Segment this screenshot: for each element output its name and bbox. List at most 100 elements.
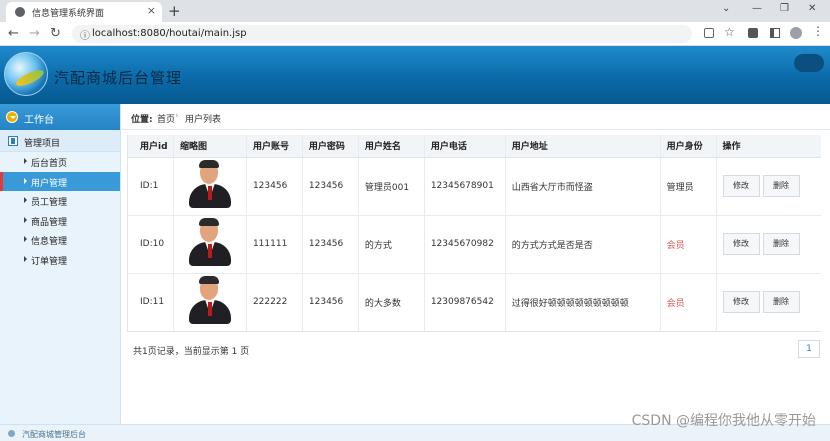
back-button[interactable]: ← bbox=[8, 26, 19, 41]
edit-button[interactable]: 修改 bbox=[722, 291, 760, 313]
tab-title: 信息管理系统界面 bbox=[32, 9, 105, 19]
cell-id: ID:10 bbox=[127, 214, 174, 273]
globe-icon bbox=[15, 7, 25, 17]
chevron-down-icon[interactable]: ⌄ bbox=[722, 3, 730, 14]
url-text: localhost:8080/houtai/main.jsp bbox=[92, 28, 247, 39]
table-row: ID:10 111111 123456 的方式 12345670982 的方式方式是否是否… bbox=[127, 214, 821, 273]
cell-actions: 修改 删除 bbox=[715, 272, 821, 332]
delete-button[interactable]: 删除 bbox=[762, 175, 800, 197]
column-header: 缩略图 bbox=[172, 135, 247, 158]
extensions-icon[interactable] bbox=[748, 28, 758, 38]
cell-thumbnail bbox=[172, 156, 247, 215]
column-header: 操作 bbox=[715, 135, 821, 158]
sidebar: 工作台 管理项目 后台首页用户管理员工管理商品管理信息管理订单管理 bbox=[0, 104, 121, 424]
page-button[interactable]: 1 bbox=[798, 340, 820, 358]
edit-button[interactable]: 修改 bbox=[722, 175, 760, 197]
address-bar-row: ← → ↻ ⓘ localhost:8080/houtai/main.jsp ☆… bbox=[0, 22, 830, 46]
cell-actions: 修改 删除 bbox=[715, 156, 821, 215]
info-icon[interactable]: ⓘ bbox=[80, 27, 90, 42]
breadcrumb-home-link[interactable]: 首页 bbox=[157, 112, 175, 125]
browser-tab[interactable]: 信息管理系统界面 × bbox=[6, 2, 162, 22]
edit-button[interactable]: 修改 bbox=[722, 233, 760, 255]
column-header: 用户账号 bbox=[245, 135, 303, 158]
cell-name: 的方式 bbox=[357, 214, 425, 273]
cell-phone: 12309876542 bbox=[423, 272, 506, 332]
user-menu-button[interactable] bbox=[794, 54, 824, 72]
browser-tab-bar: 信息管理系统界面 × + ⌄ — ❐ ✕ bbox=[0, 0, 830, 22]
sidebar-item[interactable]: 商品管理 bbox=[0, 211, 120, 231]
url-field[interactable]: ⓘ localhost:8080/houtai/main.jsp bbox=[72, 25, 692, 43]
reload-button[interactable]: ↻ bbox=[50, 26, 61, 41]
caret-right-icon bbox=[24, 197, 27, 203]
caret-right-icon bbox=[24, 236, 27, 242]
cell-account: 123456 bbox=[245, 156, 303, 215]
sidebar-item-label: 用户管理 bbox=[31, 178, 68, 189]
cell-actions: 修改 删除 bbox=[715, 214, 821, 273]
delete-button[interactable]: 删除 bbox=[762, 233, 800, 255]
breadcrumb: 位置: 首页 › 用户列表 bbox=[121, 104, 830, 130]
delete-button[interactable]: 删除 bbox=[762, 291, 800, 313]
forward-button[interactable]: → bbox=[29, 26, 40, 41]
cell-phone: 12345670982 bbox=[423, 214, 506, 273]
sidebar-item[interactable]: 信息管理 bbox=[0, 230, 120, 250]
sidebar-group-label: 管理项目 bbox=[24, 139, 61, 149]
window-close-button[interactable]: ✕ bbox=[808, 3, 816, 14]
cell-role: 管理员 bbox=[659, 156, 717, 215]
sidebar-item-label: 员工管理 bbox=[31, 198, 68, 208]
cell-password: 123456 bbox=[301, 214, 359, 273]
sidebar-item[interactable]: 订单管理 bbox=[0, 250, 120, 270]
sidebar-item[interactable]: 员工管理 bbox=[0, 191, 120, 211]
column-header: 用户密码 bbox=[301, 135, 359, 158]
main-content: 位置: 首页 › 用户列表 用户id 缩略图 用户账号 用户密码 用户姓名 用户电话 用户地… bbox=[121, 104, 830, 424]
new-tab-button[interactable]: + bbox=[168, 2, 181, 20]
column-header: 用户id bbox=[127, 135, 174, 158]
app-title: 汽配商城后台管理 bbox=[54, 69, 183, 87]
side-panel-icon[interactable] bbox=[770, 28, 780, 38]
cell-name: 管理员001 bbox=[357, 156, 425, 215]
sidebar-item-label: 商品管理 bbox=[31, 217, 68, 228]
sidebar-group-manage[interactable]: 管理项目 bbox=[0, 130, 120, 152]
share-icon[interactable] bbox=[704, 28, 714, 38]
cell-address: 过得很好顿顿顿顿顿顿顿顿顿 bbox=[504, 272, 661, 332]
sidebar-item-label: 信息管理 bbox=[31, 237, 68, 247]
breadcrumb-current: 用户列表 bbox=[185, 115, 222, 125]
sidebar-item[interactable]: 用户管理 bbox=[0, 171, 120, 191]
sidebar-item[interactable]: 后台首页 bbox=[0, 152, 120, 172]
more-menu-icon[interactable]: ⋮ bbox=[812, 24, 824, 38]
table-header-row: 用户id 缩略图 用户账号 用户密码 用户姓名 用户电话 用户地址 用户身份 操作 bbox=[127, 135, 821, 158]
user-avatar bbox=[187, 275, 233, 326]
sidebar-item-label: 订单管理 bbox=[31, 256, 68, 267]
status-icon bbox=[8, 430, 15, 437]
breadcrumb-position-label: 位置: bbox=[131, 115, 153, 125]
caret-right-icon bbox=[24, 255, 27, 262]
user-table: 用户id 缩略图 用户账号 用户密码 用户姓名 用户电话 用户地址 用户身份 操作 ID:1 1 2… bbox=[127, 135, 821, 332]
watermark-text: CSDN @编程你我他从零开始 bbox=[631, 413, 816, 429]
cell-id: ID:11 bbox=[127, 272, 174, 332]
user-avatar bbox=[187, 159, 233, 210]
caret-right-icon bbox=[24, 177, 27, 184]
cell-account: 111111 bbox=[245, 214, 303, 273]
table-row: ID:11 222222 123456 的大多数 12309876542 过得很好顿顿顿顿… bbox=[127, 272, 821, 332]
profile-avatar[interactable] bbox=[790, 27, 802, 39]
sidebar-item-label: 后台首页 bbox=[31, 159, 68, 169]
breadcrumb-separator: › bbox=[175, 111, 179, 121]
app-logo bbox=[4, 52, 48, 96]
cell-password: 123456 bbox=[301, 272, 359, 332]
column-header: 用户地址 bbox=[504, 135, 661, 158]
restore-button[interactable]: ❐ bbox=[780, 3, 789, 14]
cell-role: 会员 bbox=[659, 214, 717, 273]
user-avatar bbox=[187, 217, 233, 268]
minimize-button[interactable]: — bbox=[752, 3, 762, 14]
star-icon[interactable]: ☆ bbox=[724, 25, 735, 39]
cell-address: 山西省大厅市而怪盗 bbox=[504, 156, 661, 215]
chevron-down-icon bbox=[6, 111, 18, 123]
cell-address: 的方式方式是否是否 bbox=[504, 214, 661, 273]
cell-account: 222222 bbox=[245, 272, 303, 332]
cell-phone: 12345678901 bbox=[423, 156, 506, 215]
cell-role: 会员 bbox=[659, 272, 717, 332]
sidebar-workbench[interactable]: 工作台 bbox=[0, 104, 120, 130]
cell-thumbnail bbox=[172, 272, 247, 332]
table-row: ID:1 123456 123456 管理员001 12345678901 山西省大厅市而… bbox=[127, 156, 821, 215]
tab-close-icon[interactable]: × bbox=[147, 4, 156, 17]
column-header: 用户姓名 bbox=[357, 135, 425, 158]
